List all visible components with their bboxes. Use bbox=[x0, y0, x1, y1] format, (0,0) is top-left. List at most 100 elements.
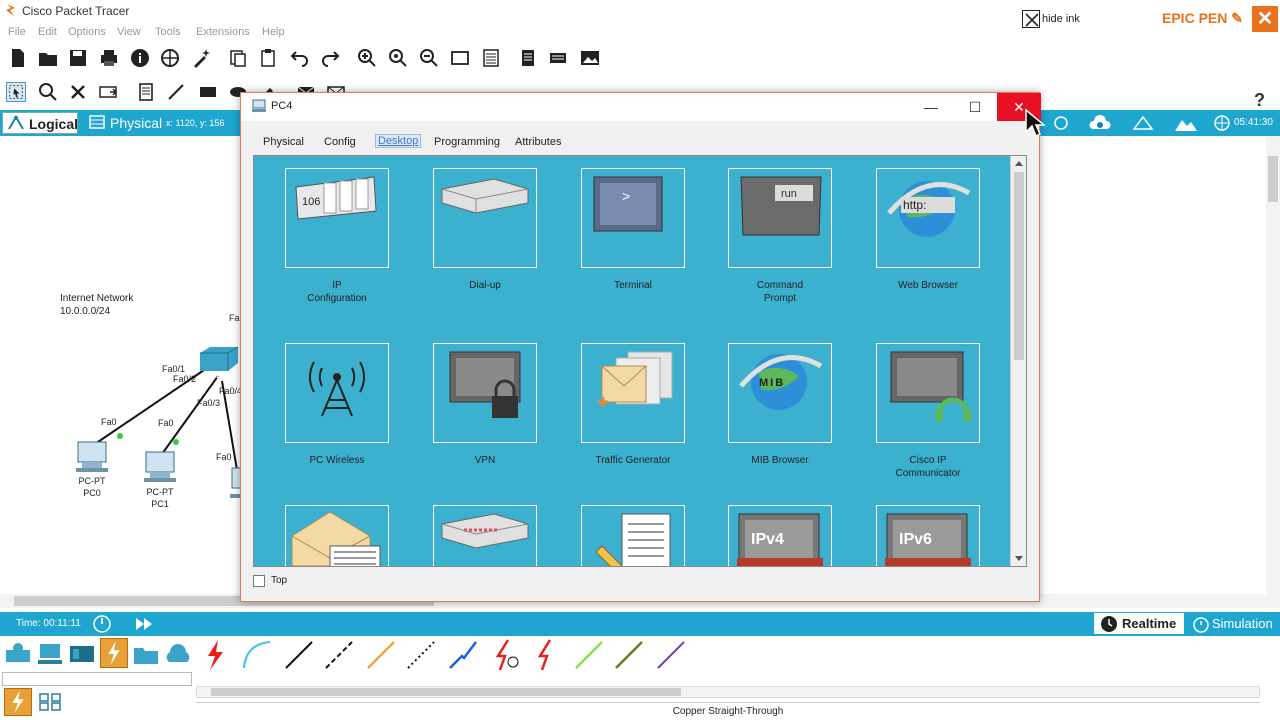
serial-dce-cable-icon[interactable] bbox=[488, 638, 522, 672]
info-icon[interactable] bbox=[130, 48, 150, 68]
connections-icon[interactable] bbox=[100, 638, 128, 668]
app-tile[interactable] bbox=[581, 343, 685, 443]
tab-attributes[interactable]: Attributes bbox=[515, 136, 561, 148]
app-terminal[interactable]: > Terminal bbox=[581, 168, 685, 292]
straight-through-cable-icon[interactable] bbox=[282, 638, 316, 672]
app-command-prompt[interactable]: run Command Prompt bbox=[728, 168, 832, 305]
notes-icon[interactable] bbox=[518, 48, 538, 68]
top-checkbox[interactable] bbox=[253, 575, 265, 587]
components-icon[interactable] bbox=[68, 640, 96, 668]
select-tool-icon[interactable] bbox=[6, 82, 26, 102]
app-tile[interactable]: > bbox=[581, 168, 685, 268]
app-tile[interactable] bbox=[581, 505, 685, 566]
desktop-vertical-scrollbar[interactable] bbox=[1010, 156, 1026, 566]
workspace-vertical-scrollbar[interactable] bbox=[1266, 136, 1280, 594]
menu-tools[interactable]: Tools bbox=[155, 26, 181, 38]
app-tile[interactable]: IPv6 bbox=[876, 505, 980, 566]
epic-pen-close-button[interactable]: ✕ bbox=[1252, 6, 1278, 32]
print-icon[interactable] bbox=[99, 48, 119, 68]
app-tile[interactable] bbox=[876, 343, 980, 443]
app-tile[interactable]: IPv4 bbox=[728, 505, 832, 566]
iot-custom-cable-icon[interactable] bbox=[612, 638, 646, 672]
device-search-box[interactable] bbox=[2, 672, 192, 686]
crossover-cable-icon[interactable] bbox=[322, 638, 356, 672]
viewport-icon[interactable] bbox=[1050, 115, 1072, 131]
serial-dte-cable-icon[interactable] bbox=[530, 638, 564, 672]
network-wizard-icon[interactable] bbox=[160, 48, 180, 68]
zoom-out-icon[interactable] bbox=[419, 48, 439, 68]
app-tile[interactable] bbox=[433, 168, 537, 268]
app-pc-wireless[interactable]: PC Wireless bbox=[285, 343, 389, 467]
custom-device-icon[interactable] bbox=[481, 48, 501, 68]
pc2-partial-icon[interactable] bbox=[228, 466, 240, 500]
activity-wizard-icon[interactable] bbox=[192, 48, 212, 68]
coaxial-cable-icon[interactable] bbox=[446, 638, 480, 672]
tab-physical[interactable]: Physical bbox=[263, 136, 304, 148]
cluster-cloud-icon[interactable] bbox=[1088, 114, 1112, 132]
app-tile[interactable] bbox=[433, 505, 537, 566]
automatic-cable-icon[interactable] bbox=[198, 638, 232, 672]
app-ip-configuration[interactable]: 106 IP Configuration bbox=[285, 168, 389, 305]
app-text-editor[interactable] bbox=[581, 505, 685, 566]
cable-list-scrollbar[interactable] bbox=[196, 686, 1260, 698]
scroll-thumb[interactable] bbox=[211, 688, 681, 696]
app-tile[interactable]: http: bbox=[876, 168, 980, 268]
realtime-mode-button[interactable]: Realtime bbox=[1094, 613, 1184, 634]
maximize-button[interactable]: ☐ bbox=[953, 93, 997, 121]
undo-icon[interactable] bbox=[290, 48, 310, 68]
app-tile[interactable] bbox=[285, 505, 389, 566]
copy-icon[interactable] bbox=[228, 48, 248, 68]
power-cycle-icon[interactable] bbox=[90, 614, 114, 634]
pc1-icon[interactable] bbox=[142, 450, 178, 484]
help-button[interactable]: ? bbox=[1254, 90, 1265, 111]
device-template-icon[interactable] bbox=[548, 48, 568, 68]
save-icon[interactable] bbox=[68, 48, 88, 68]
fast-forward-icon[interactable] bbox=[132, 614, 156, 634]
zoom-in-icon[interactable] bbox=[357, 48, 377, 68]
app-vpn[interactable]: VPN bbox=[433, 343, 537, 467]
menu-extensions[interactable]: Extensions bbox=[196, 26, 250, 38]
tab-logical[interactable]: Logical bbox=[2, 112, 78, 134]
app-mib-browser[interactable]: MIB MIB Browser bbox=[728, 343, 832, 467]
usb-cable-icon[interactable] bbox=[654, 638, 688, 672]
scroll-down-icon[interactable] bbox=[1014, 555, 1024, 563]
menu-view[interactable]: View bbox=[117, 26, 141, 38]
draw-line-icon[interactable] bbox=[166, 82, 186, 102]
app-ipv6-firewall[interactable]: IPv6 bbox=[876, 505, 980, 566]
landscape-icon[interactable] bbox=[1174, 114, 1198, 132]
app-dial-up[interactable]: Dial-up bbox=[433, 168, 537, 292]
app-tile[interactable] bbox=[285, 343, 389, 443]
delete-icon[interactable] bbox=[68, 82, 88, 102]
paste-icon[interactable] bbox=[258, 48, 278, 68]
app-web-browser[interactable]: http: Web Browser bbox=[876, 168, 980, 292]
app-tile[interactable]: run bbox=[728, 168, 832, 268]
hide-ink-close-icon[interactable] bbox=[1022, 10, 1040, 28]
app-pppoe-dialer[interactable] bbox=[433, 505, 537, 566]
new-file-icon[interactable] bbox=[8, 48, 28, 68]
zoom-reset-icon[interactable] bbox=[388, 48, 408, 68]
phone-cable-icon[interactable] bbox=[404, 638, 438, 672]
miscellaneous-icon[interactable] bbox=[132, 640, 160, 668]
resize-shape-icon[interactable] bbox=[98, 82, 118, 102]
octal-cable-icon[interactable] bbox=[572, 638, 606, 672]
draw-rectangle-icon[interactable] bbox=[198, 82, 218, 102]
dialog-title-bar[interactable]: PC4 — ☐ ✕ bbox=[241, 93, 1041, 121]
app-email[interactable] bbox=[285, 505, 389, 566]
app-tile[interactable] bbox=[433, 343, 537, 443]
network-devices-icon[interactable] bbox=[4, 640, 32, 668]
menu-help[interactable]: Help bbox=[262, 26, 285, 38]
multiuser-icon[interactable] bbox=[164, 640, 192, 668]
fiber-cable-icon[interactable] bbox=[364, 638, 398, 672]
scroll-thumb[interactable] bbox=[1268, 156, 1278, 202]
open-folder-icon[interactable] bbox=[38, 48, 58, 68]
place-note-icon[interactable] bbox=[136, 82, 156, 102]
app-traffic-generator[interactable]: Traffic Generator bbox=[581, 343, 685, 467]
tab-desktop[interactable]: Desktop bbox=[375, 134, 422, 148]
app-tile[interactable]: 106 bbox=[285, 168, 389, 268]
end-devices-icon[interactable] bbox=[36, 640, 64, 668]
app-cisco-ip-communicator[interactable]: Cisco IP Communicator bbox=[876, 343, 980, 480]
tab-programming[interactable]: Programming bbox=[434, 136, 500, 148]
menu-file[interactable]: File bbox=[8, 26, 26, 38]
menu-options[interactable]: Options bbox=[68, 26, 106, 38]
grid-view-icon[interactable] bbox=[38, 692, 62, 712]
